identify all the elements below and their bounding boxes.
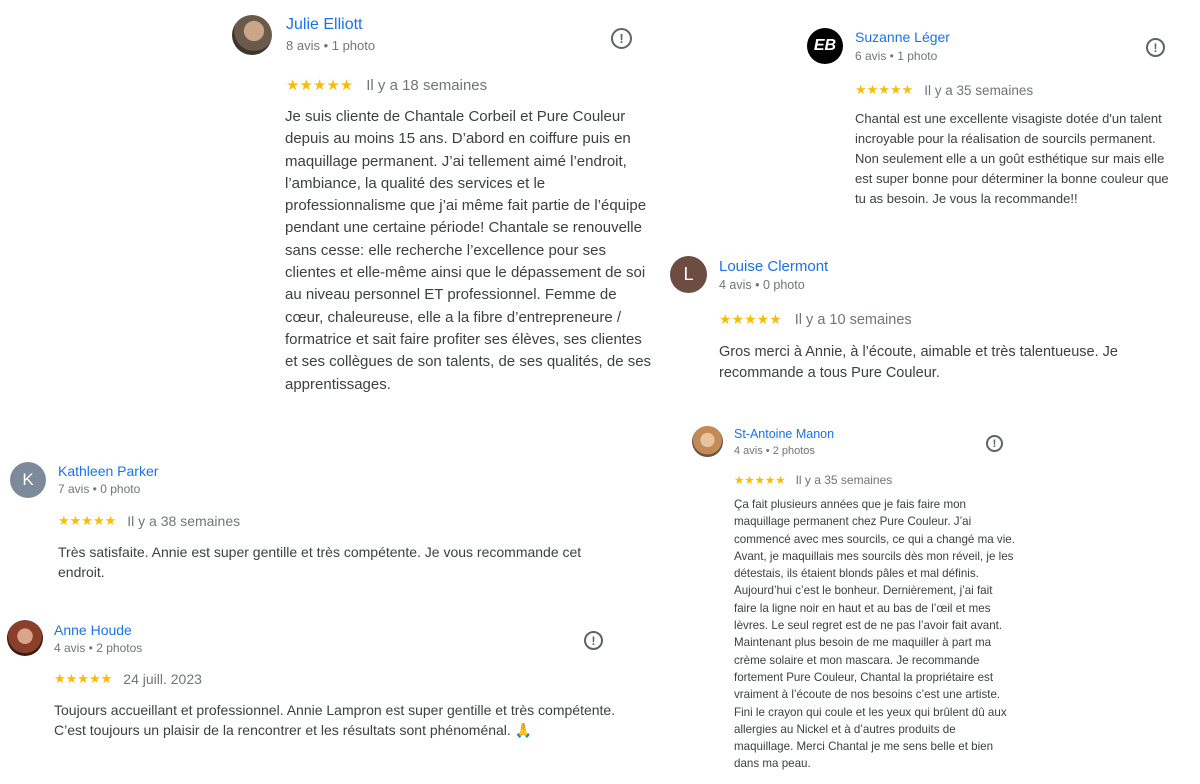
- reviewer-name[interactable]: Kathleen Parker: [58, 463, 158, 479]
- rating-row: ★★★★★ Il y a 35 semaines: [734, 473, 892, 487]
- star-rating: ★★★★★: [855, 82, 914, 97]
- report-icon[interactable]: !: [584, 631, 603, 650]
- star-rating: ★★★★★: [58, 513, 117, 528]
- reviewer-meta: 6 avis • 1 photo: [855, 49, 938, 63]
- avatar-letter: L: [683, 264, 694, 284]
- reviewer-meta: 7 avis • 0 photo: [58, 482, 141, 496]
- rating-row: ★★★★★ 24 juill. 2023: [54, 671, 202, 687]
- reviewer-name[interactable]: Anne Houde: [54, 622, 132, 638]
- praying-hands-icon: 🙏: [514, 722, 533, 738]
- review-text: Très satisfaite. Annie est super gentill…: [58, 544, 582, 580]
- rating-row: ★★★★★ Il y a 38 semaines: [58, 513, 240, 529]
- star-rating: ★★★★★: [734, 475, 786, 487]
- review-text: Gros merci à Annie, à l’écoute, aimable …: [719, 344, 1118, 381]
- avatar[interactable]: [7, 620, 43, 656]
- review-date: 24 juill. 2023: [123, 671, 202, 687]
- review-date: Il y a 18 semaines: [366, 76, 488, 94]
- reviewer-name[interactable]: Julie Elliott: [286, 16, 362, 34]
- avatar[interactable]: L: [670, 256, 707, 293]
- review-text: Toujours accueillant et professionnel. A…: [54, 700, 624, 740]
- rating-row: ★★★★★ Il y a 35 semaines: [855, 82, 1033, 98]
- report-icon[interactable]: !: [986, 435, 1003, 452]
- reviewer-name[interactable]: Louise Clermont: [719, 258, 828, 275]
- review-text: Je suis cliente de Chantale Corbeil et P…: [285, 108, 652, 393]
- review-date: Il y a 10 semaines: [794, 311, 912, 328]
- review-date: Il y a 38 semaines: [127, 513, 241, 529]
- report-icon[interactable]: !: [611, 28, 632, 49]
- report-icon[interactable]: !: [1146, 38, 1165, 57]
- review-text: Ça fait plusieurs années que je fais fai…: [734, 498, 1015, 771]
- avatar[interactable]: [692, 426, 723, 457]
- rating-row: ★★★★★ Il y a 10 semaines: [719, 311, 912, 328]
- review-date: Il y a 35 semaines: [924, 82, 1034, 98]
- avatar-letter: K: [22, 470, 34, 489]
- avatar[interactable]: EB: [807, 28, 843, 64]
- review-date: Il y a 35 semaines: [795, 473, 893, 487]
- star-rating: ★★★★★: [286, 77, 354, 94]
- star-rating: ★★★★★: [719, 311, 782, 327]
- review-text: Chantal est une excellente visagiste dot…: [855, 111, 1169, 206]
- reviewer-meta: 8 avis • 1 photo: [286, 38, 376, 53]
- reviewer-meta: 4 avis • 2 photos: [734, 445, 815, 457]
- reviewer-meta: 4 avis • 0 photo: [719, 278, 805, 292]
- rating-row: ★★★★★ Il y a 18 semaines: [286, 76, 488, 95]
- avatar[interactable]: [232, 15, 272, 55]
- star-rating: ★★★★★: [54, 671, 113, 686]
- eb-logo-icon: EB: [813, 37, 837, 54]
- reviewer-name[interactable]: Suzanne Léger: [855, 29, 950, 45]
- reviewer-meta: 4 avis • 2 photos: [54, 641, 143, 655]
- reviewer-name[interactable]: St-Antoine Manon: [734, 427, 834, 441]
- avatar[interactable]: K: [10, 462, 46, 498]
